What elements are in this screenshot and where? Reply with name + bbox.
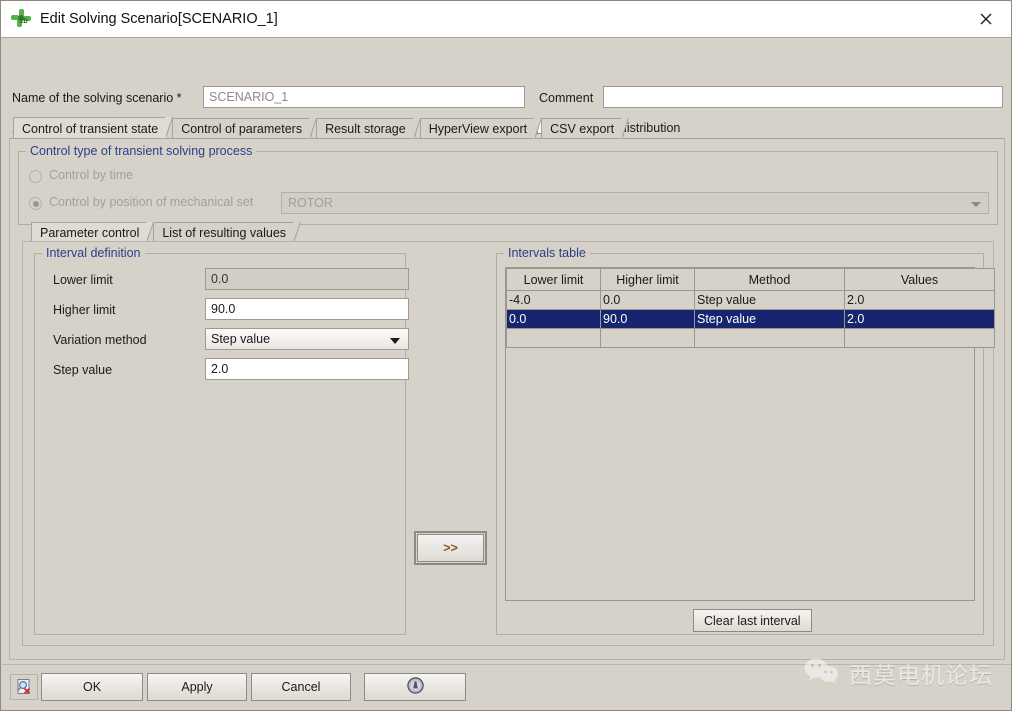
higher-limit-input[interactable]: 90.0 (205, 298, 409, 320)
subtab-list-of-resulting-values[interactable]: List of resulting values (153, 222, 301, 243)
lower-limit-input[interactable]: 0.0 (205, 268, 409, 290)
add-interval-label: >> (443, 541, 458, 555)
mechanical-set-value: ROTOR (288, 196, 333, 210)
cell-higher-limit: 90.0 (600, 309, 695, 329)
radio-control-by-position-label: Control by position of mechanical set (49, 195, 254, 209)
parameter-control-panel: Interval definition Lower limit 0.0 High… (22, 241, 995, 646)
control-type-group-title: Control type of transient solving proces… (26, 144, 257, 158)
variation-method-value: Step value (211, 332, 271, 346)
main-tabs: Control of transient state Control of pa… (13, 117, 629, 140)
flux2d-pinwheel-icon: 2D (11, 9, 31, 29)
ok-button[interactable]: OK (41, 673, 143, 701)
subtab-parameter-control[interactable]: Parameter control (31, 222, 155, 243)
add-interval-button[interactable]: >> (414, 531, 487, 565)
clear-last-interval-label: Clear last interval (704, 613, 801, 628)
cell-method (694, 328, 845, 348)
variation-method-combo[interactable]: Step value (205, 328, 409, 350)
cell-values (844, 328, 995, 348)
cell-values: 2.0 (844, 290, 995, 310)
scenario-header: Name of the solving scenario * SCENARIO_… (2, 38, 1011, 138)
column-header-method[interactable]: Method (694, 268, 845, 291)
cell-method: Step value (694, 290, 845, 310)
interval-definition-group: Interval definition Lower limit 0.0 High… (34, 246, 409, 635)
intervals-table-group: Intervals table Lower limit Higher limit… (496, 246, 995, 635)
search-document-delete-icon[interactable] (10, 674, 38, 700)
sub-tabs: Parameter control List of resulting valu… (31, 221, 301, 243)
control-type-group: Control type of transient solving proces… (18, 144, 998, 225)
clear-last-interval-button[interactable]: Clear last interval (693, 609, 812, 632)
ok-label: OK (82, 680, 102, 694)
scenario-name-input[interactable]: SCENARIO_1 (203, 86, 525, 108)
cell-lower-limit: -4.0 (506, 290, 601, 310)
info-circle-icon (406, 677, 424, 697)
tab-label: CSV export (550, 122, 615, 136)
column-header-higher-limit[interactable]: Higher limit (600, 268, 695, 291)
chevron-down-icon (971, 202, 981, 207)
cell-method: Step value (694, 309, 845, 329)
cancel-label: Cancel (281, 680, 321, 694)
cell-values: 2.0 (844, 309, 995, 329)
tab-label: Control of transient state (22, 121, 159, 136)
subtab-label: List of resulting values (162, 225, 287, 240)
tab-panel-transient-state: Control type of transient solving proces… (9, 138, 1005, 660)
variation-method-label: Variation method (53, 333, 147, 347)
cell-higher-limit (600, 328, 695, 348)
info-button[interactable] (364, 673, 466, 701)
cell-lower-limit (506, 328, 601, 348)
tab-label: Result storage (325, 122, 406, 136)
cell-lower-limit: 0.0 (506, 309, 601, 329)
apply-button[interactable]: Apply (147, 673, 247, 701)
table-row[interactable] (506, 328, 995, 348)
comment-input[interactable] (603, 86, 1003, 108)
lower-limit-label: Lower limit (53, 273, 113, 287)
intervals-table-title: Intervals table (504, 246, 590, 260)
table-row[interactable]: 0.0 90.0 Step value 2.0 (506, 309, 995, 329)
step-value-label: Step value (53, 363, 113, 377)
table-row[interactable]: -4.0 0.0 Step value 2.0 (506, 290, 995, 310)
table-header-row: Lower limit Higher limit Method Values (506, 268, 995, 291)
tab-control-of-transient-state[interactable]: Control of transient state (13, 117, 174, 139)
scenario-name-label: Name of the solving scenario * (12, 91, 182, 105)
radio-control-by-time[interactable] (29, 170, 42, 183)
higher-limit-label: Higher limit (53, 303, 116, 317)
tab-result-storage[interactable]: Result storage (316, 118, 421, 140)
tab-label: Control of parameters (181, 122, 303, 136)
tab-label: HyperView export (428, 122, 528, 136)
window-title: Edit Solving Scenario[SCENARIO_1] (40, 11, 278, 27)
tab-control-of-parameters[interactable]: Control of parameters (172, 118, 317, 140)
column-header-lower-limit[interactable]: Lower limit (506, 268, 601, 291)
mechanical-set-combo[interactable]: ROTOR (281, 192, 989, 214)
subtab-label: Parameter control (40, 225, 140, 240)
tab-csv-export[interactable]: CSV export (541, 118, 629, 140)
cell-higher-limit: 0.0 (600, 290, 695, 310)
radio-control-by-position[interactable] (29, 197, 42, 210)
tab-hyperview-export[interactable]: HyperView export (419, 118, 543, 140)
intervals-table[interactable]: Lower limit Higher limit Method Values -… (505, 267, 995, 601)
dialog-footer: OK Apply Cancel (2, 664, 1011, 709)
chevron-down-icon (390, 338, 400, 344)
column-header-values[interactable]: Values (844, 268, 995, 291)
interval-definition-title: Interval definition (42, 246, 145, 260)
radio-control-by-time-label: Control by time (49, 168, 134, 182)
apply-label: Apply (181, 680, 213, 694)
title-bar: 2D Edit Solving Scenario[SCENARIO_1] (1, 1, 1011, 38)
cancel-button[interactable]: Cancel (251, 673, 351, 701)
step-value-input[interactable]: 2.0 (205, 358, 409, 380)
edit-solving-scenario-dialog: 2D Edit Solving Scenario[SCENARIO_1] Nam… (0, 0, 1012, 711)
close-icon[interactable] (961, 1, 1011, 37)
comment-label: Comment (539, 91, 594, 105)
